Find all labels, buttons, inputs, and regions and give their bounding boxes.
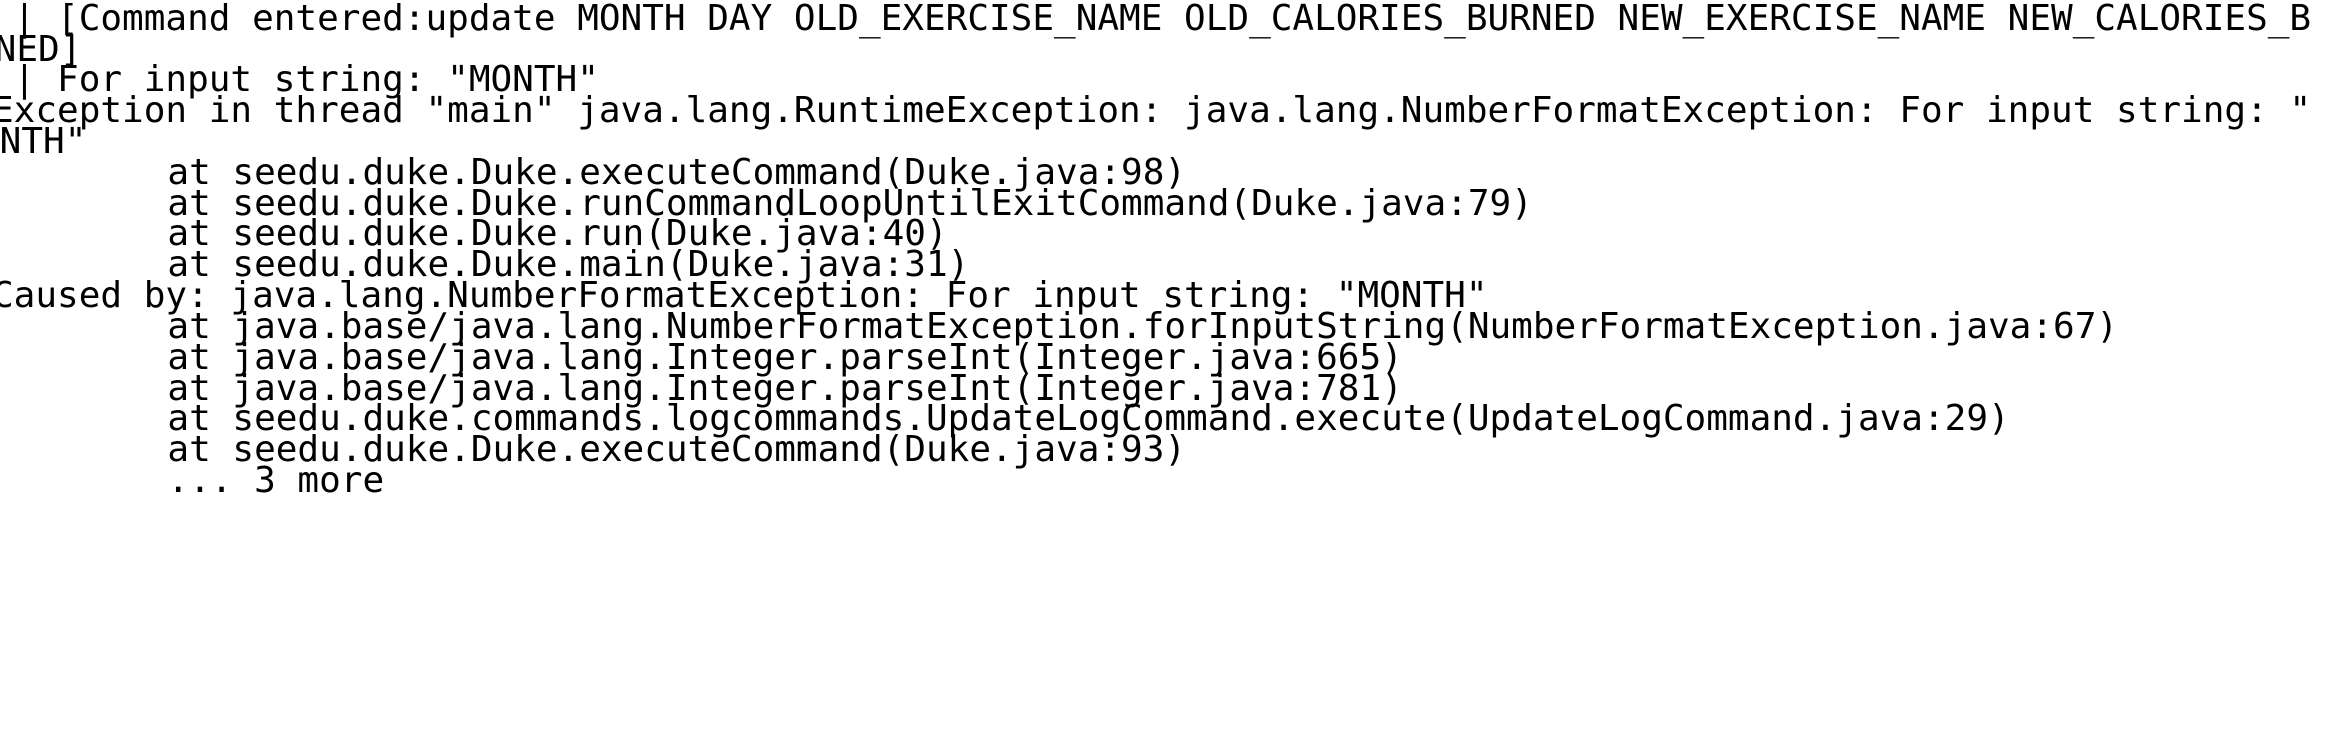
terminal-line: ... 3 more: [0, 460, 385, 501]
terminal-output[interactable]: | [Command entered:update MONTH DAY OLD_…: [0, 0, 2338, 732]
terminal-line: | [Command entered:update MONTH DAY OLD_…: [0, 0, 2312, 39]
terminal-line: Exception in thread "main" java.lang.Run…: [0, 90, 2312, 131]
